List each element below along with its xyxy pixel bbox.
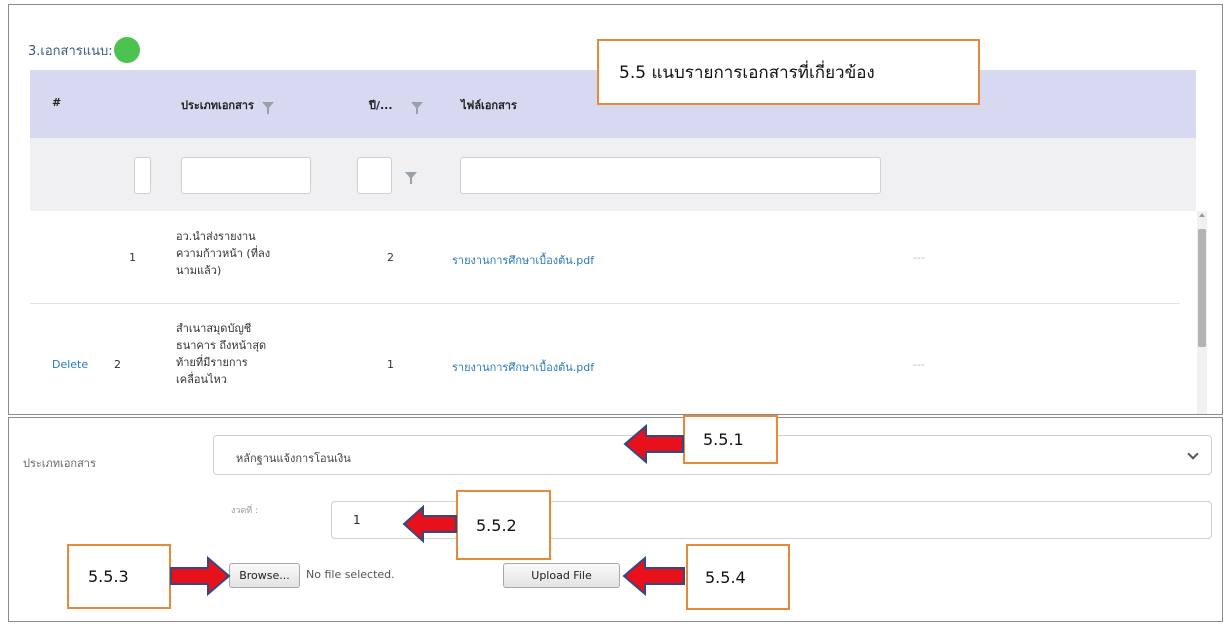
scroll-up-icon[interactable] — [1199, 213, 1205, 217]
table-row: 1 อว.นำส่งรายงาน ความก้าวหน้า (ที่ลง นาม… — [30, 211, 1180, 304]
doc-type-select-value: หลักฐานแจ้งการโอนเงิน — [236, 452, 351, 465]
chevron-down-icon — [1187, 448, 1199, 460]
upload-file-button[interactable]: Upload File — [503, 563, 620, 588]
callout-5-5-4: 5.5.4 — [686, 544, 790, 610]
index-filter-input[interactable] — [134, 157, 151, 194]
row-file-link[interactable]: รายงานการศึกษาเบื้องต้น.pdf — [452, 358, 594, 376]
row-doc-type-line: อว.นำส่งรายงาน — [176, 230, 256, 243]
row-doc-type-line: ท้ายที่มีรายการ — [176, 356, 248, 369]
installment-label: งวดที่ : — [231, 506, 259, 516]
installment-input-value: 1 — [353, 513, 361, 527]
row-doc-type-line: ธนาคาร ถึงหน้าสุด — [176, 339, 267, 352]
filter-row — [30, 138, 1196, 211]
row-doc-type-line: เคลื่อนไหว — [176, 373, 227, 386]
header-file: ไฟล์เอกสาร — [461, 96, 517, 114]
callout-5-5-1: 5.5.1 — [683, 415, 778, 464]
row-doc-type: สำเนาสมุดบัญชี ธนาคาร ถึงหน้าสุด ท้ายที่… — [176, 320, 266, 388]
delete-link[interactable]: Delete — [52, 358, 88, 371]
row-period: 1 — [387, 358, 394, 371]
header-period-label: ปี/... — [369, 99, 393, 112]
row-extra: --- — [913, 358, 925, 371]
section-title: 3.เอกสารแนบ: — [28, 37, 140, 63]
filter-icon[interactable] — [410, 101, 423, 114]
callout-5-5-4-text: 5.5.4 — [705, 567, 746, 587]
upload-form-panel: ประเภทเอกสาร หลักฐานแจ้งการโอนเงิน งวดที… — [8, 415, 1223, 622]
row-doc-type-line: นามแล้ว) — [176, 264, 222, 277]
red-arrow-icon — [402, 504, 457, 544]
row-extra: --- — [913, 251, 925, 264]
table-row: Delete 2 สำเนาสมุดบัญชี ธนาคาร ถึงหน้าสุ… — [30, 304, 1180, 414]
doc-type-label: ประเภทเอกสาร — [23, 457, 96, 470]
header-period[interactable]: ปี/... — [369, 96, 423, 114]
red-arrow-icon — [170, 555, 231, 597]
header-doc-type[interactable]: ประเภทเอกสาร — [181, 96, 274, 114]
filter-icon[interactable] — [405, 172, 417, 184]
row-index: 2 — [114, 358, 121, 371]
callout-5-5-2-text: 5.5.2 — [476, 515, 517, 535]
vertical-scrollbar[interactable] — [1197, 211, 1207, 414]
header-file-label: ไฟล์เอกสาร — [461, 99, 517, 112]
scroll-thumb[interactable] — [1198, 229, 1206, 347]
callout-5-5-text: 5.5 แนบรายการเอกสารที่เกี่ยวข้อง — [619, 62, 875, 83]
file-status-text: No file selected. — [306, 568, 395, 581]
row-period: 2 — [387, 251, 394, 264]
red-arrow-icon — [623, 423, 684, 465]
file-filter-input[interactable] — [460, 157, 881, 194]
green-dot-icon — [113, 37, 140, 63]
attachments-panel: 3.เอกสารแนบ: # ประเภทเอกสาร ปี/... ไฟล์เ… — [8, 4, 1223, 415]
header-index-label: # — [52, 96, 62, 109]
header-index: # — [52, 96, 61, 109]
browse-button[interactable]: Browse... — [229, 563, 300, 588]
row-index: 1 — [129, 251, 136, 264]
section-title-text: 3.เอกสารแนบ: — [28, 43, 113, 59]
filter-icon[interactable] — [261, 101, 274, 114]
row-doc-type: อว.นำส่งรายงาน ความก้าวหน้า (ที่ลง นามแล… — [176, 228, 270, 279]
row-doc-type-line: สำเนาสมุดบัญชี — [176, 322, 252, 335]
callout-5-5-1-text: 5.5.1 — [703, 430, 744, 449]
header-doc-type-label: ประเภทเอกสาร — [181, 99, 254, 112]
callout-5-5-2: 5.5.2 — [456, 490, 551, 560]
callout-5-5-3-text: 5.5.3 — [88, 567, 129, 586]
callout-5-5: 5.5 แนบรายการเอกสารที่เกี่ยวข้อง — [597, 39, 980, 105]
row-doc-type-line: ความก้าวหน้า (ที่ลง — [176, 247, 271, 260]
callout-5-5-3: 5.5.3 — [67, 544, 171, 609]
period-filter-input[interactable] — [357, 157, 392, 194]
red-arrow-icon — [622, 555, 685, 597]
doc-type-filter-input[interactable] — [181, 157, 311, 194]
row-file-link[interactable]: รายงานการศึกษาเบื้องต้น.pdf — [452, 251, 594, 269]
